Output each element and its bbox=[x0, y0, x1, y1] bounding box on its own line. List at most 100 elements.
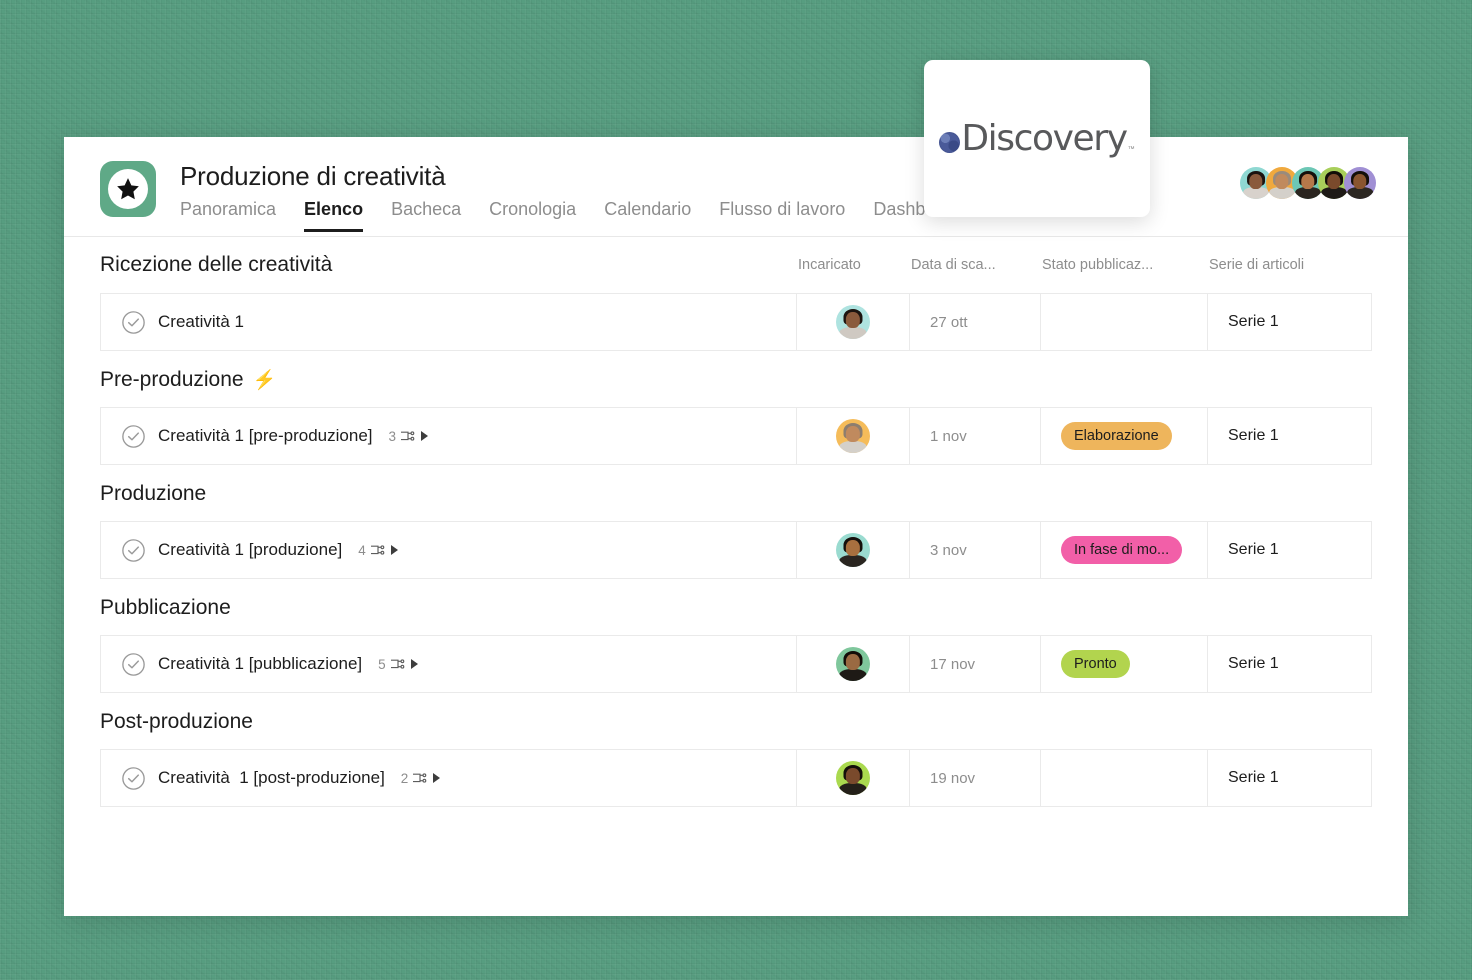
status-badge: In fase di mo... bbox=[1061, 536, 1183, 564]
tab-elenco[interactable]: Elenco bbox=[304, 199, 364, 232]
expand-caret-icon[interactable] bbox=[390, 545, 398, 555]
task-name: Creatività 1 [pubblicazione] bbox=[158, 654, 363, 673]
avatar-body bbox=[839, 440, 867, 453]
avatar-body bbox=[839, 554, 867, 567]
publish-status-cell[interactable] bbox=[1041, 750, 1208, 806]
subtask-indicator[interactable]: 2 bbox=[401, 771, 441, 786]
task-name-cell[interactable]: Creatività 1 bbox=[101, 294, 797, 350]
member-avatar-stack[interactable] bbox=[1240, 167, 1376, 199]
task-name-cell[interactable]: Creatività 1 [produzione] 4 bbox=[101, 522, 797, 578]
task-list: Ricezione delle creatività Incaricato Da… bbox=[64, 237, 1408, 807]
article-series-text: Serie 1 bbox=[1228, 313, 1279, 330]
tab-flusso-di-lavoro[interactable]: Flusso di lavoro bbox=[719, 199, 845, 232]
section-title-0: Ricezione delle creatività bbox=[100, 253, 333, 276]
expand-caret-icon[interactable] bbox=[433, 773, 441, 783]
assignee-cell[interactable] bbox=[797, 408, 910, 464]
due-date-text: 3 nov bbox=[930, 541, 967, 559]
status-badge: Elaborazione bbox=[1061, 422, 1172, 450]
article-series-cell[interactable]: Serie 1 bbox=[1208, 636, 1371, 692]
due-date-cell[interactable]: 1 nov bbox=[910, 408, 1041, 464]
assignee-cell[interactable] bbox=[797, 750, 910, 806]
avatar-face bbox=[845, 426, 861, 443]
subtask-indicator[interactable]: 5 bbox=[378, 657, 418, 672]
article-series-cell[interactable]: Serie 1 bbox=[1208, 294, 1371, 350]
section-title-2: Produzione bbox=[100, 467, 1372, 521]
publish-status-cell[interactable] bbox=[1041, 294, 1208, 350]
column-header-article-series[interactable]: Serie di articoli bbox=[1209, 257, 1372, 273]
table-row[interactable]: Creatività 1 [pre-produzione] 3 1 nov Elabo… bbox=[100, 407, 1372, 465]
article-series-cell[interactable]: Serie 1 bbox=[1208, 522, 1371, 578]
avatar[interactable] bbox=[836, 647, 870, 681]
assignee-cell[interactable] bbox=[797, 522, 910, 578]
avatar-face bbox=[845, 312, 861, 329]
avatar-body bbox=[839, 668, 867, 681]
avatar-face bbox=[1275, 174, 1289, 189]
due-date-cell[interactable]: 27 ott bbox=[910, 294, 1041, 350]
table-row[interactable]: Creatività 1 [post-produzione] 2 19 nov Ser… bbox=[100, 749, 1372, 807]
due-date-text: 19 nov bbox=[930, 769, 976, 787]
member-avatar-5[interactable] bbox=[1344, 167, 1376, 199]
globe-icon bbox=[939, 131, 961, 153]
status-badge: Pronto bbox=[1061, 650, 1130, 678]
task-name-cell[interactable]: Creatività 1 [pubblicazione] 5 bbox=[101, 636, 797, 692]
column-header-publish-status[interactable]: Stato pubblicaz... bbox=[1042, 257, 1209, 273]
task-name-cell[interactable]: Creatività 1 [post-produzione] 2 bbox=[101, 750, 797, 806]
due-date-cell[interactable]: 17 nov bbox=[910, 636, 1041, 692]
section-title-4: Post-produzione bbox=[100, 695, 1372, 749]
subtask-indicator[interactable]: 3 bbox=[389, 429, 429, 444]
subtask-indicator[interactable]: 4 bbox=[358, 543, 398, 558]
tab-panoramica[interactable]: Panoramica bbox=[180, 199, 276, 232]
tab-cronologia[interactable]: Cronologia bbox=[489, 199, 576, 232]
app-window: Produzione di creatività Panoramica Elenc… bbox=[64, 137, 1408, 916]
section-title-label: Pre-produzione bbox=[100, 368, 244, 391]
avatar-body bbox=[1321, 187, 1347, 199]
complete-check-icon[interactable] bbox=[121, 538, 146, 563]
section-title-label: Post-produzione bbox=[100, 710, 253, 733]
due-date-text: 17 nov bbox=[930, 655, 976, 673]
complete-check-icon[interactable] bbox=[121, 766, 146, 791]
app-header: Produzione di creatività Panoramica Elenc… bbox=[64, 137, 1408, 237]
due-date-cell[interactable]: 3 nov bbox=[910, 522, 1041, 578]
assignee-cell[interactable] bbox=[797, 636, 910, 692]
lightning-bolt-icon: ⚡ bbox=[252, 369, 277, 391]
avatar[interactable] bbox=[836, 761, 870, 795]
publish-status-cell[interactable]: Elaborazione bbox=[1041, 408, 1208, 464]
complete-check-icon[interactable] bbox=[121, 652, 146, 677]
publish-status-cell[interactable]: In fase di mo... bbox=[1041, 522, 1208, 578]
expand-caret-icon[interactable] bbox=[421, 431, 429, 441]
table-row[interactable]: Creatività 1 [pubblicazione] 5 17 nov Pront… bbox=[100, 635, 1372, 693]
avatar[interactable] bbox=[836, 305, 870, 339]
subtask-icon bbox=[390, 658, 404, 669]
avatar-body bbox=[1243, 187, 1269, 199]
avatar-body bbox=[839, 326, 867, 339]
avatar[interactable] bbox=[836, 533, 870, 567]
column-header-due-date[interactable]: Data di sca... bbox=[911, 257, 1042, 273]
article-series-cell[interactable]: Serie 1 bbox=[1208, 750, 1371, 806]
task-name-cell[interactable]: Creatività 1 [pre-produzione] 3 bbox=[101, 408, 797, 464]
task-name: Creatività 1 [produzione] bbox=[158, 540, 343, 559]
publish-status-cell[interactable]: Pronto bbox=[1041, 636, 1208, 692]
section-title-3: Pubblicazione bbox=[100, 581, 1372, 635]
article-series-cell[interactable]: Serie 1 bbox=[1208, 408, 1371, 464]
table-row[interactable]: Creatività 1 27 ott Serie 1 bbox=[100, 293, 1372, 351]
section-title-label: Produzione bbox=[100, 482, 207, 505]
star-badge-icon[interactable] bbox=[100, 161, 156, 217]
page-title: Produzione di creatività bbox=[180, 161, 446, 191]
avatar-face bbox=[1301, 174, 1315, 189]
due-date-cell[interactable]: 19 nov bbox=[910, 750, 1041, 806]
icon-disc bbox=[108, 169, 148, 209]
assignee-cell[interactable] bbox=[797, 294, 910, 350]
star-icon bbox=[117, 178, 139, 200]
expand-caret-icon[interactable] bbox=[410, 659, 418, 669]
due-date-text: 1 nov bbox=[930, 427, 967, 445]
article-series-text: Serie 1 bbox=[1228, 427, 1279, 444]
tab-calendario[interactable]: Calendario bbox=[604, 199, 691, 232]
discovery-logo: Discovery ™ bbox=[939, 118, 1135, 159]
table-row[interactable]: Creatività 1 [produzione] 4 3 nov In fase d… bbox=[100, 521, 1372, 579]
column-header-assignee[interactable]: Incaricato bbox=[798, 257, 911, 273]
avatar[interactable] bbox=[836, 419, 870, 453]
complete-check-icon[interactable] bbox=[121, 310, 146, 335]
tab-bacheca[interactable]: Bacheca bbox=[391, 199, 461, 232]
article-series-text: Serie 1 bbox=[1228, 655, 1279, 672]
complete-check-icon[interactable] bbox=[121, 424, 146, 449]
